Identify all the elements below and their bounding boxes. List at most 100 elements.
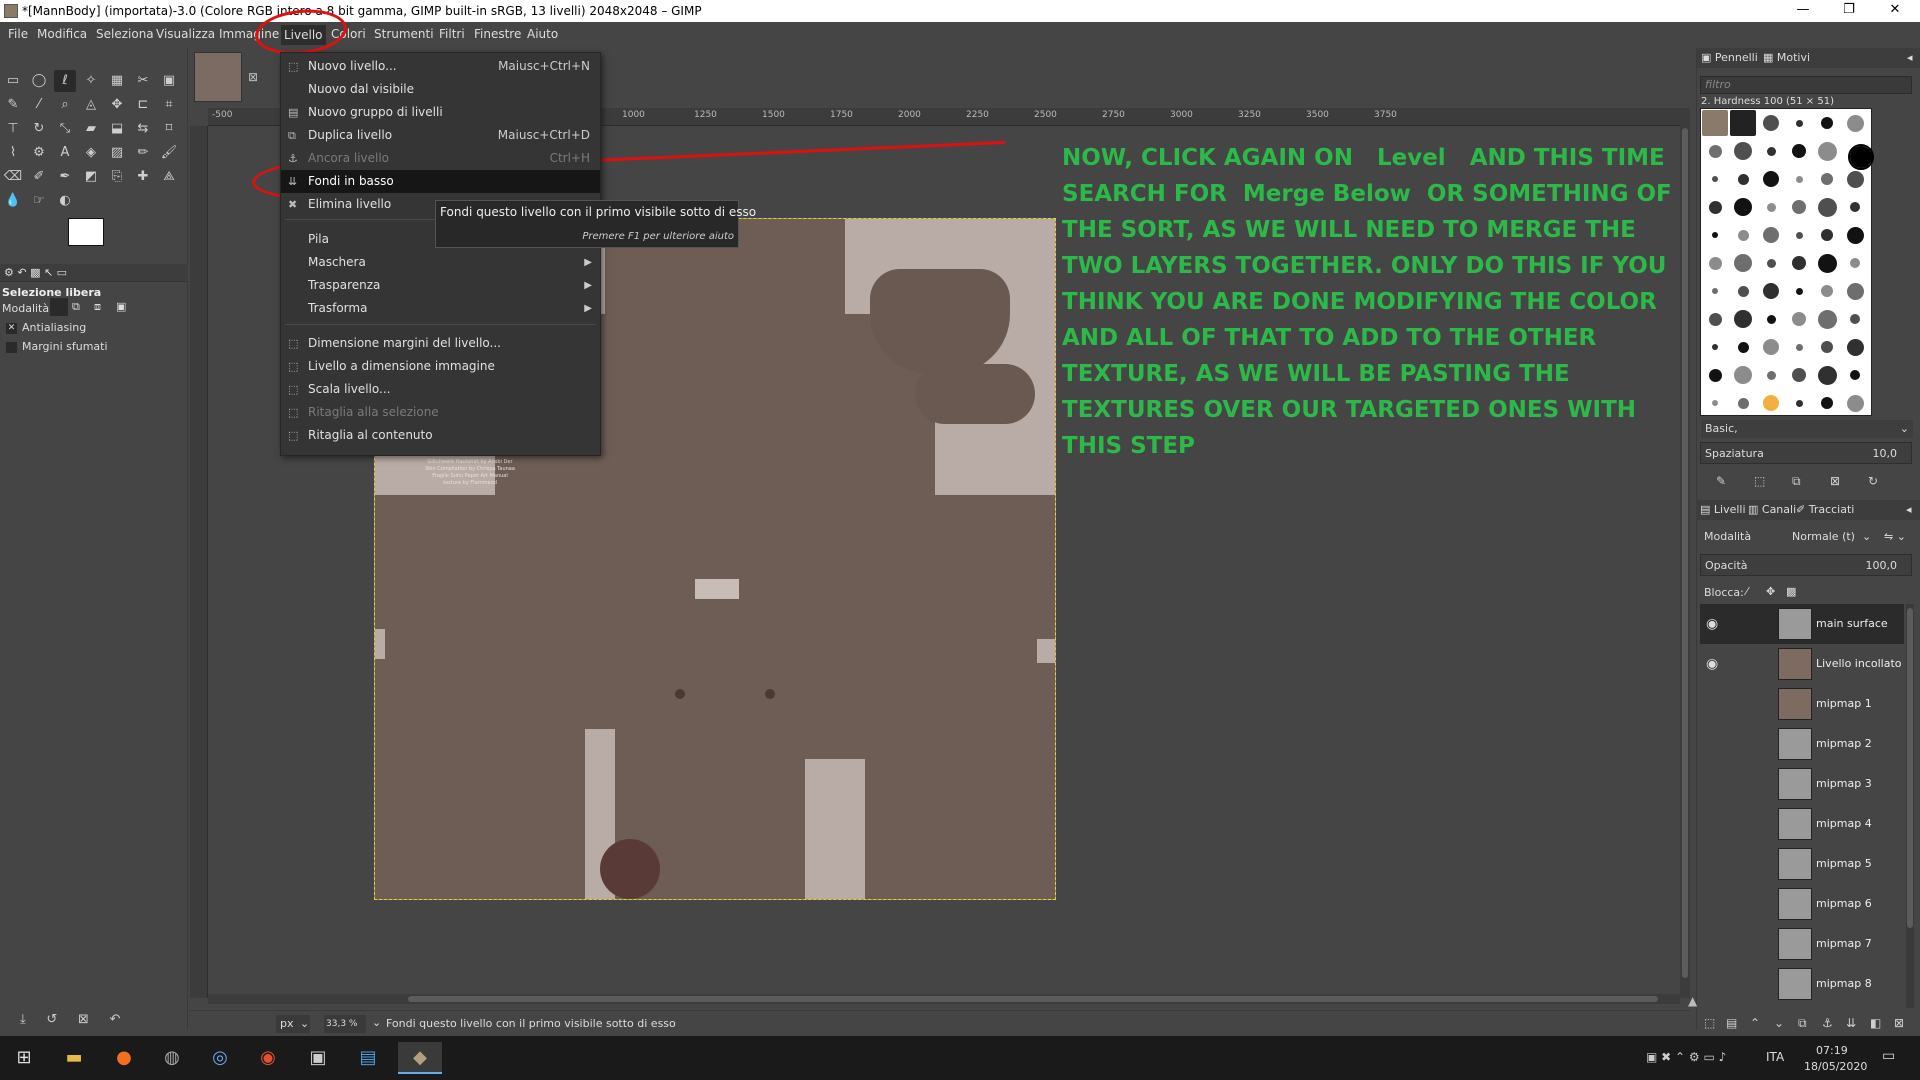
horizontal-scrollbar[interactable] [208, 994, 1680, 1004]
mode-replace-icon[interactable] [50, 298, 68, 316]
layer-mask-icon[interactable]: ◧ [1870, 1016, 1881, 1030]
brush-preset[interactable] [1766, 146, 1776, 156]
brush-preset[interactable] [1763, 227, 1779, 243]
brush-preset[interactable] [1846, 114, 1864, 132]
layer-row[interactable]: mipmap 1 [1700, 684, 1904, 724]
ink-icon[interactable]: ✒ [54, 166, 76, 188]
brush-preset[interactable] [1846, 226, 1864, 244]
foreground-color[interactable] [68, 218, 104, 246]
mode-subtract-icon[interactable]: ⧈ [94, 300, 101, 314]
brush-preset[interactable] [1708, 256, 1722, 270]
brush-preset[interactable] [1850, 370, 1860, 380]
brush-preset[interactable] [1846, 282, 1864, 300]
firefox-icon[interactable]: ● [106, 1042, 142, 1074]
brush-preset[interactable] [1795, 399, 1803, 407]
brush-preset[interactable] [1737, 341, 1749, 353]
delete-layer-icon[interactable]: ⊠ [1894, 1016, 1904, 1030]
file-explorer-icon[interactable]: ▬ [56, 1042, 92, 1074]
unified-transform-icon[interactable]: ⊤ [2, 118, 24, 140]
layers-scroll-thumb[interactable] [1907, 608, 1913, 928]
menuitem-mask[interactable]: Maschera ▶ [281, 251, 600, 274]
brush-preset[interactable] [1795, 175, 1803, 183]
brush-preset[interactable] [1792, 256, 1806, 270]
menuitem-transparency[interactable]: Trasparenza ▶ [281, 274, 600, 297]
blur-icon[interactable]: 💧 [2, 190, 24, 212]
app-icon-3[interactable]: ◉ [250, 1042, 286, 1074]
brush-preset[interactable] [1730, 110, 1756, 136]
brush-preset[interactable] [1708, 200, 1722, 214]
duplicate-brush-icon[interactable]: ⧉ [1792, 474, 1801, 489]
menu-aiuto[interactable]: Aiuto [527, 27, 558, 41]
menuitem-new-from-visible[interactable]: Nuovo dal visibile [281, 78, 600, 101]
brush-preset[interactable] [1766, 258, 1776, 268]
brush-preset[interactable] [1734, 254, 1752, 272]
tray-lang[interactable]: ITA [1766, 1050, 1784, 1064]
airbrush-icon[interactable]: ✐ [28, 166, 50, 188]
paintbrush-icon[interactable]: 🖌 [158, 142, 180, 164]
tray-time[interactable]: 07:19 [1816, 1044, 1848, 1057]
perspective-icon[interactable]: ⬓ [106, 118, 128, 140]
refresh-brushes-icon[interactable]: ↻ [1868, 474, 1878, 488]
brush-preset[interactable] [1846, 394, 1864, 412]
edit-brush-icon[interactable]: ✎ [1716, 474, 1726, 488]
tool-options-tab-icon[interactable]: ⚙ ↶ ▩ ↖ ▭ [4, 266, 67, 279]
brush-preset[interactable] [1734, 310, 1752, 328]
text-icon[interactable]: A [54, 142, 76, 164]
brush-preset[interactable] [1792, 368, 1806, 382]
menuitem-transform[interactable]: Trasforma ▶ [281, 297, 600, 320]
menu-visualizza[interactable]: Visualizza [156, 27, 215, 41]
select-by-color-icon[interactable]: ▦ [106, 70, 128, 92]
brush-preset[interactable] [1821, 117, 1833, 129]
layers-scrollbar[interactable] [1906, 604, 1914, 1008]
brush-preset[interactable] [1712, 176, 1718, 182]
tray-date[interactable]: 18/05/2020 [1804, 1060, 1867, 1073]
dock-menu-icon[interactable]: ◂ [1907, 51, 1913, 64]
image-tab-close-icon[interactable]: ⊠ [248, 70, 258, 84]
windows-start-icon[interactable]: ⊞ [6, 1042, 42, 1074]
mode-add-icon[interactable]: ⧉ [72, 300, 80, 314]
brush-preset[interactable] [1712, 288, 1718, 294]
clone-icon[interactable]: ⎘ [106, 166, 128, 188]
layers-dock-menu-icon[interactable]: ◂ [1906, 503, 1912, 516]
menu-seleziona[interactable]: Seleziona [96, 27, 154, 41]
rotate-icon[interactable]: ↻ [28, 118, 50, 140]
brush-preset[interactable] [1817, 365, 1837, 385]
app-icon-4[interactable]: ▣ [300, 1042, 336, 1074]
handle-transform-icon[interactable]: ⚙ [28, 142, 50, 164]
brush-filter-input[interactable]: filtro [1700, 76, 1912, 94]
gimp-taskbar-icon[interactable]: ◆ [398, 1042, 442, 1074]
brush-preset[interactable] [1708, 312, 1722, 326]
brush-preset[interactable] [1795, 119, 1803, 127]
brush-preset[interactable] [1850, 314, 1860, 324]
brush-preset[interactable] [1734, 198, 1752, 216]
lower-layer-icon[interactable]: ⌄ [1774, 1016, 1784, 1030]
menuitem-duplicate-layer[interactable]: ⧉ Duplica livello Maiusc+Ctrl+D [281, 124, 600, 147]
new-layer-icon[interactable]: ⬚ [1704, 1016, 1715, 1030]
crop-icon[interactable]: ⌗ [158, 94, 180, 116]
layer-row[interactable]: mipmap 7 [1700, 924, 1904, 964]
menuitem-layer-boundary-size[interactable]: ⬚ Dimensione margini del livello... [281, 332, 600, 355]
rect-select-icon[interactable]: ▭ [2, 70, 24, 92]
tray-icons[interactable]: ▣ ✖ ⌃ ⚙ ▭ ♪ [1646, 1050, 1726, 1064]
close-button[interactable]: ✕ [1872, 0, 1918, 22]
new-layer-group-icon[interactable]: ▤ [1726, 1016, 1737, 1030]
visibility-eye-icon[interactable]: ◉ [1706, 616, 1718, 632]
brush-preset[interactable] [1821, 229, 1833, 241]
heal-icon[interactable]: ✚ [132, 166, 154, 188]
vertical-scroll-thumb[interactable] [1682, 128, 1688, 978]
antialias-checkbox[interactable]: ✕ [6, 323, 17, 334]
brush-preset[interactable] [1766, 314, 1776, 324]
brush-preset[interactable] [1763, 395, 1779, 411]
brush-grid[interactable] [1700, 108, 1874, 416]
lock-alpha-icon[interactable]: ▩ [1786, 585, 1796, 598]
merge-layer-icon[interactable]: ⇊ [1846, 1016, 1856, 1030]
brush-set-select[interactable]: Basic, ⌄ [1701, 420, 1913, 438]
brush-preset[interactable] [1846, 338, 1864, 356]
menuitem-merge-down[interactable]: ⇊ Fondi in basso [281, 170, 600, 193]
brush-preset[interactable] [1792, 312, 1806, 326]
layer-mode-select[interactable]: Normale (t) [1792, 530, 1855, 543]
duplicate-layer-icon[interactable]: ⧉ [1798, 1016, 1807, 1031]
pencil-icon[interactable]: ✏ [132, 142, 154, 164]
maximize-button[interactable]: ❐ [1826, 0, 1872, 22]
menuitem-new-layer[interactable]: ⬚ Nuovo livello... Maiusc+Ctrl+N [281, 55, 600, 78]
